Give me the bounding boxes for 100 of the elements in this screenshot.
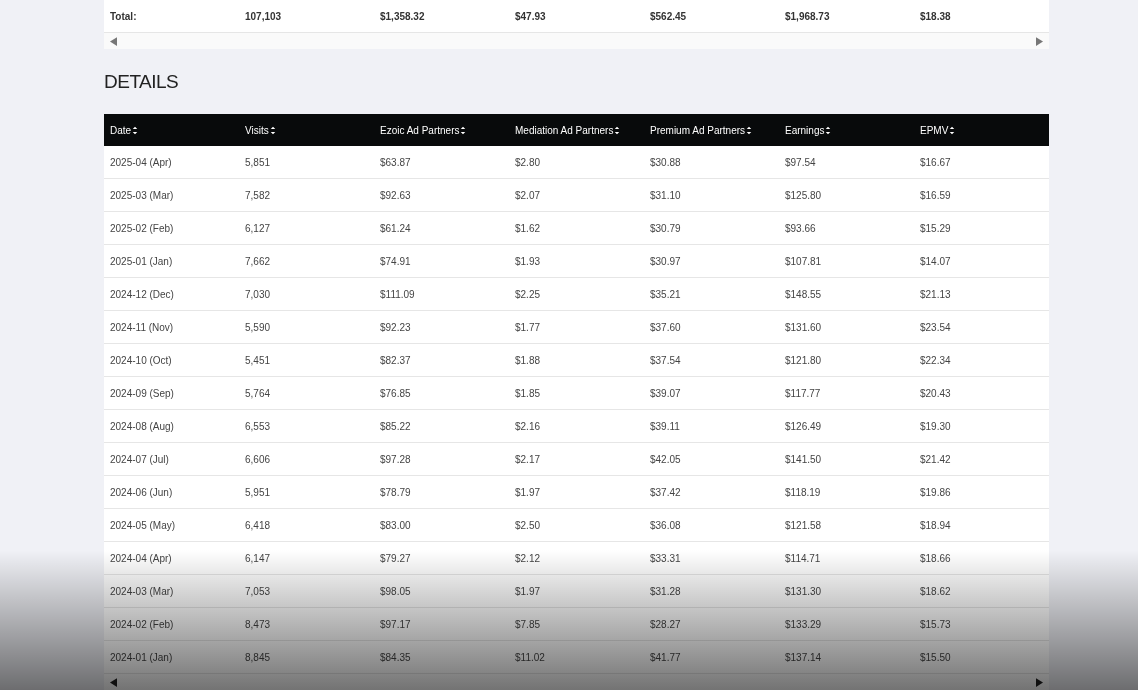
table-cell-text: $18.94 — [919, 519, 952, 531]
table-cell-text: $131.30 — [784, 585, 823, 597]
sort-icon[interactable] — [269, 124, 276, 136]
table-cell-text: $133.29 — [784, 618, 823, 630]
sort-icon[interactable] — [825, 124, 832, 136]
table-cell-text: 6,553 — [244, 420, 272, 432]
column-header[interactable]: Ezoic Ad Partners — [380, 124, 460, 136]
table-cell-text: $30.79 — [649, 222, 682, 234]
table-cell-text: 2024-06 (Jun) — [109, 486, 174, 498]
table-cell-text: $21.42 — [919, 453, 952, 465]
table-cell-text: $1.85 — [514, 387, 542, 399]
table-cell-text: $2.50 — [514, 519, 542, 531]
table-cell-text: $118.19 — [784, 486, 822, 498]
table-cell-text: $92.63 — [379, 189, 412, 201]
table-cell-text: $16.67 — [919, 156, 952, 168]
sort-icon[interactable] — [132, 124, 139, 136]
table-cell-text: $2.80 — [514, 156, 542, 168]
table-cell-text: $107.81 — [784, 255, 823, 267]
table-cell-text: $141.50 — [784, 453, 823, 465]
table-cell-text: 7,662 — [244, 255, 272, 267]
table-cell-text: 6,606 — [244, 453, 272, 465]
table-cell-text: $93.66 — [784, 222, 817, 234]
table-cell-text: $2.07 — [514, 189, 542, 201]
table-cell-text: $33.31 — [649, 552, 682, 564]
table-cell-text: 5,951 — [244, 486, 272, 498]
table-cell-text: $83.00 — [379, 519, 412, 531]
table-cell-text: 2024-09 (Sep) — [109, 387, 175, 399]
table-cell-text: $2.25 — [514, 288, 542, 300]
table-cell-text: $2.17 — [514, 453, 542, 465]
table-cell-text: 2024-11 (Nov) — [109, 321, 175, 333]
table-cell-text: $1.97 — [514, 585, 542, 597]
sort-icon[interactable] — [460, 124, 467, 136]
table-cell-text: $47.93 — [514, 10, 547, 22]
table-cell-text: 2024-07 (Jul) — [109, 453, 170, 465]
table-cell-text: $82.37 — [379, 354, 412, 366]
scroll-right-icon[interactable] — [1036, 677, 1043, 687]
table-cell-text: $15.29 — [919, 222, 952, 234]
table-cell-text: Total: — [109, 10, 138, 22]
table-cell-text: 6,127 — [244, 222, 272, 234]
table-cell-text: $114.71 — [784, 552, 822, 564]
scroll-left-icon[interactable] — [110, 677, 117, 687]
table-cell-text: $37.54 — [649, 354, 682, 366]
sort-icon[interactable] — [746, 124, 753, 136]
table-cell-text: $37.60 — [649, 321, 682, 333]
table-cell-text: 5,764 — [244, 387, 272, 399]
table-cell-text: $97.54 — [784, 156, 817, 168]
table-cell-text: $19.86 — [919, 486, 952, 498]
table-cell-text: $23.54 — [919, 321, 952, 333]
table-cell-text: $84.35 — [379, 651, 412, 663]
table-cell-text: $14.07 — [919, 255, 952, 267]
table-cell-text: 8,845 — [244, 651, 272, 663]
table-cell-text: $1.88 — [514, 354, 542, 366]
table-cell-text: 2024-03 (Mar) — [109, 585, 175, 597]
table-cell-text: $30.88 — [649, 156, 682, 168]
table-cell-text: 2024-05 (May) — [109, 519, 177, 531]
table-cell-text: $15.50 — [919, 651, 952, 663]
table-cell-text: $21.13 — [919, 288, 952, 300]
table-cell-text: $42.05 — [649, 453, 682, 465]
sort-icon[interactable] — [614, 124, 621, 136]
section-title: DETAILS — [104, 71, 180, 94]
table-cell-text: 7,582 — [244, 189, 272, 201]
table-cell-text: 2024-08 (Aug) — [109, 420, 175, 432]
sort-icon[interactable] — [949, 124, 956, 136]
table-cell-text: $74.91 — [379, 255, 412, 267]
column-header[interactable]: Visits — [245, 124, 269, 136]
table-cell-text: $85.22 — [379, 420, 412, 432]
table-cell-text: $98.05 — [379, 585, 412, 597]
table-cell-text: 7,053 — [244, 585, 272, 597]
table-cell-text: $22.34 — [919, 354, 952, 366]
table-cell-text: $117.77 — [784, 387, 822, 399]
table-cell-text: 5,590 — [244, 321, 272, 333]
table-cell-text: $1,968.73 — [784, 10, 831, 22]
table-cell-text: $20.43 — [919, 387, 952, 399]
table-cell-text: $35.21 — [649, 288, 682, 300]
table-cell-text: $18.62 — [919, 585, 952, 597]
table-cell-text: $31.10 — [649, 189, 682, 201]
table-cell-text: 7,030 — [244, 288, 272, 300]
column-header[interactable]: Earnings — [785, 124, 825, 136]
table-cell-text: $31.28 — [649, 585, 682, 597]
table-cell-text: $1.77 — [514, 321, 542, 333]
column-header[interactable]: Premium Ad Partners — [650, 124, 746, 136]
scroll-right-icon[interactable] — [1036, 36, 1043, 46]
table-cell-text: 5,851 — [244, 156, 272, 168]
table-cell-text: $15.73 — [919, 618, 952, 630]
column-header[interactable]: EPMV — [920, 124, 949, 136]
table-cell-text: $97.28 — [379, 453, 412, 465]
table-cell-text: $79.27 — [379, 552, 412, 564]
column-header[interactable]: Date — [110, 124, 132, 136]
table-cell-text: 107,103 — [244, 10, 283, 22]
table-cell-text: $1.97 — [514, 486, 542, 498]
table-cell-text: $2.16 — [514, 420, 542, 432]
table-cell-text: 2024-02 (Feb) — [109, 618, 175, 630]
table-cell-text: $19.30 — [919, 420, 952, 432]
table-cell-text: $7.85 — [514, 618, 542, 630]
column-header[interactable]: Mediation Ad Partners — [515, 124, 614, 136]
table-cell-text: 2025-01 (Jan) — [109, 255, 174, 267]
scroll-left-icon[interactable] — [110, 36, 117, 46]
table-cell-text: $41.77 — [649, 651, 682, 663]
table-cell-text: $16.59 — [919, 189, 952, 201]
table-cell-text: $1,358.32 — [379, 10, 426, 22]
